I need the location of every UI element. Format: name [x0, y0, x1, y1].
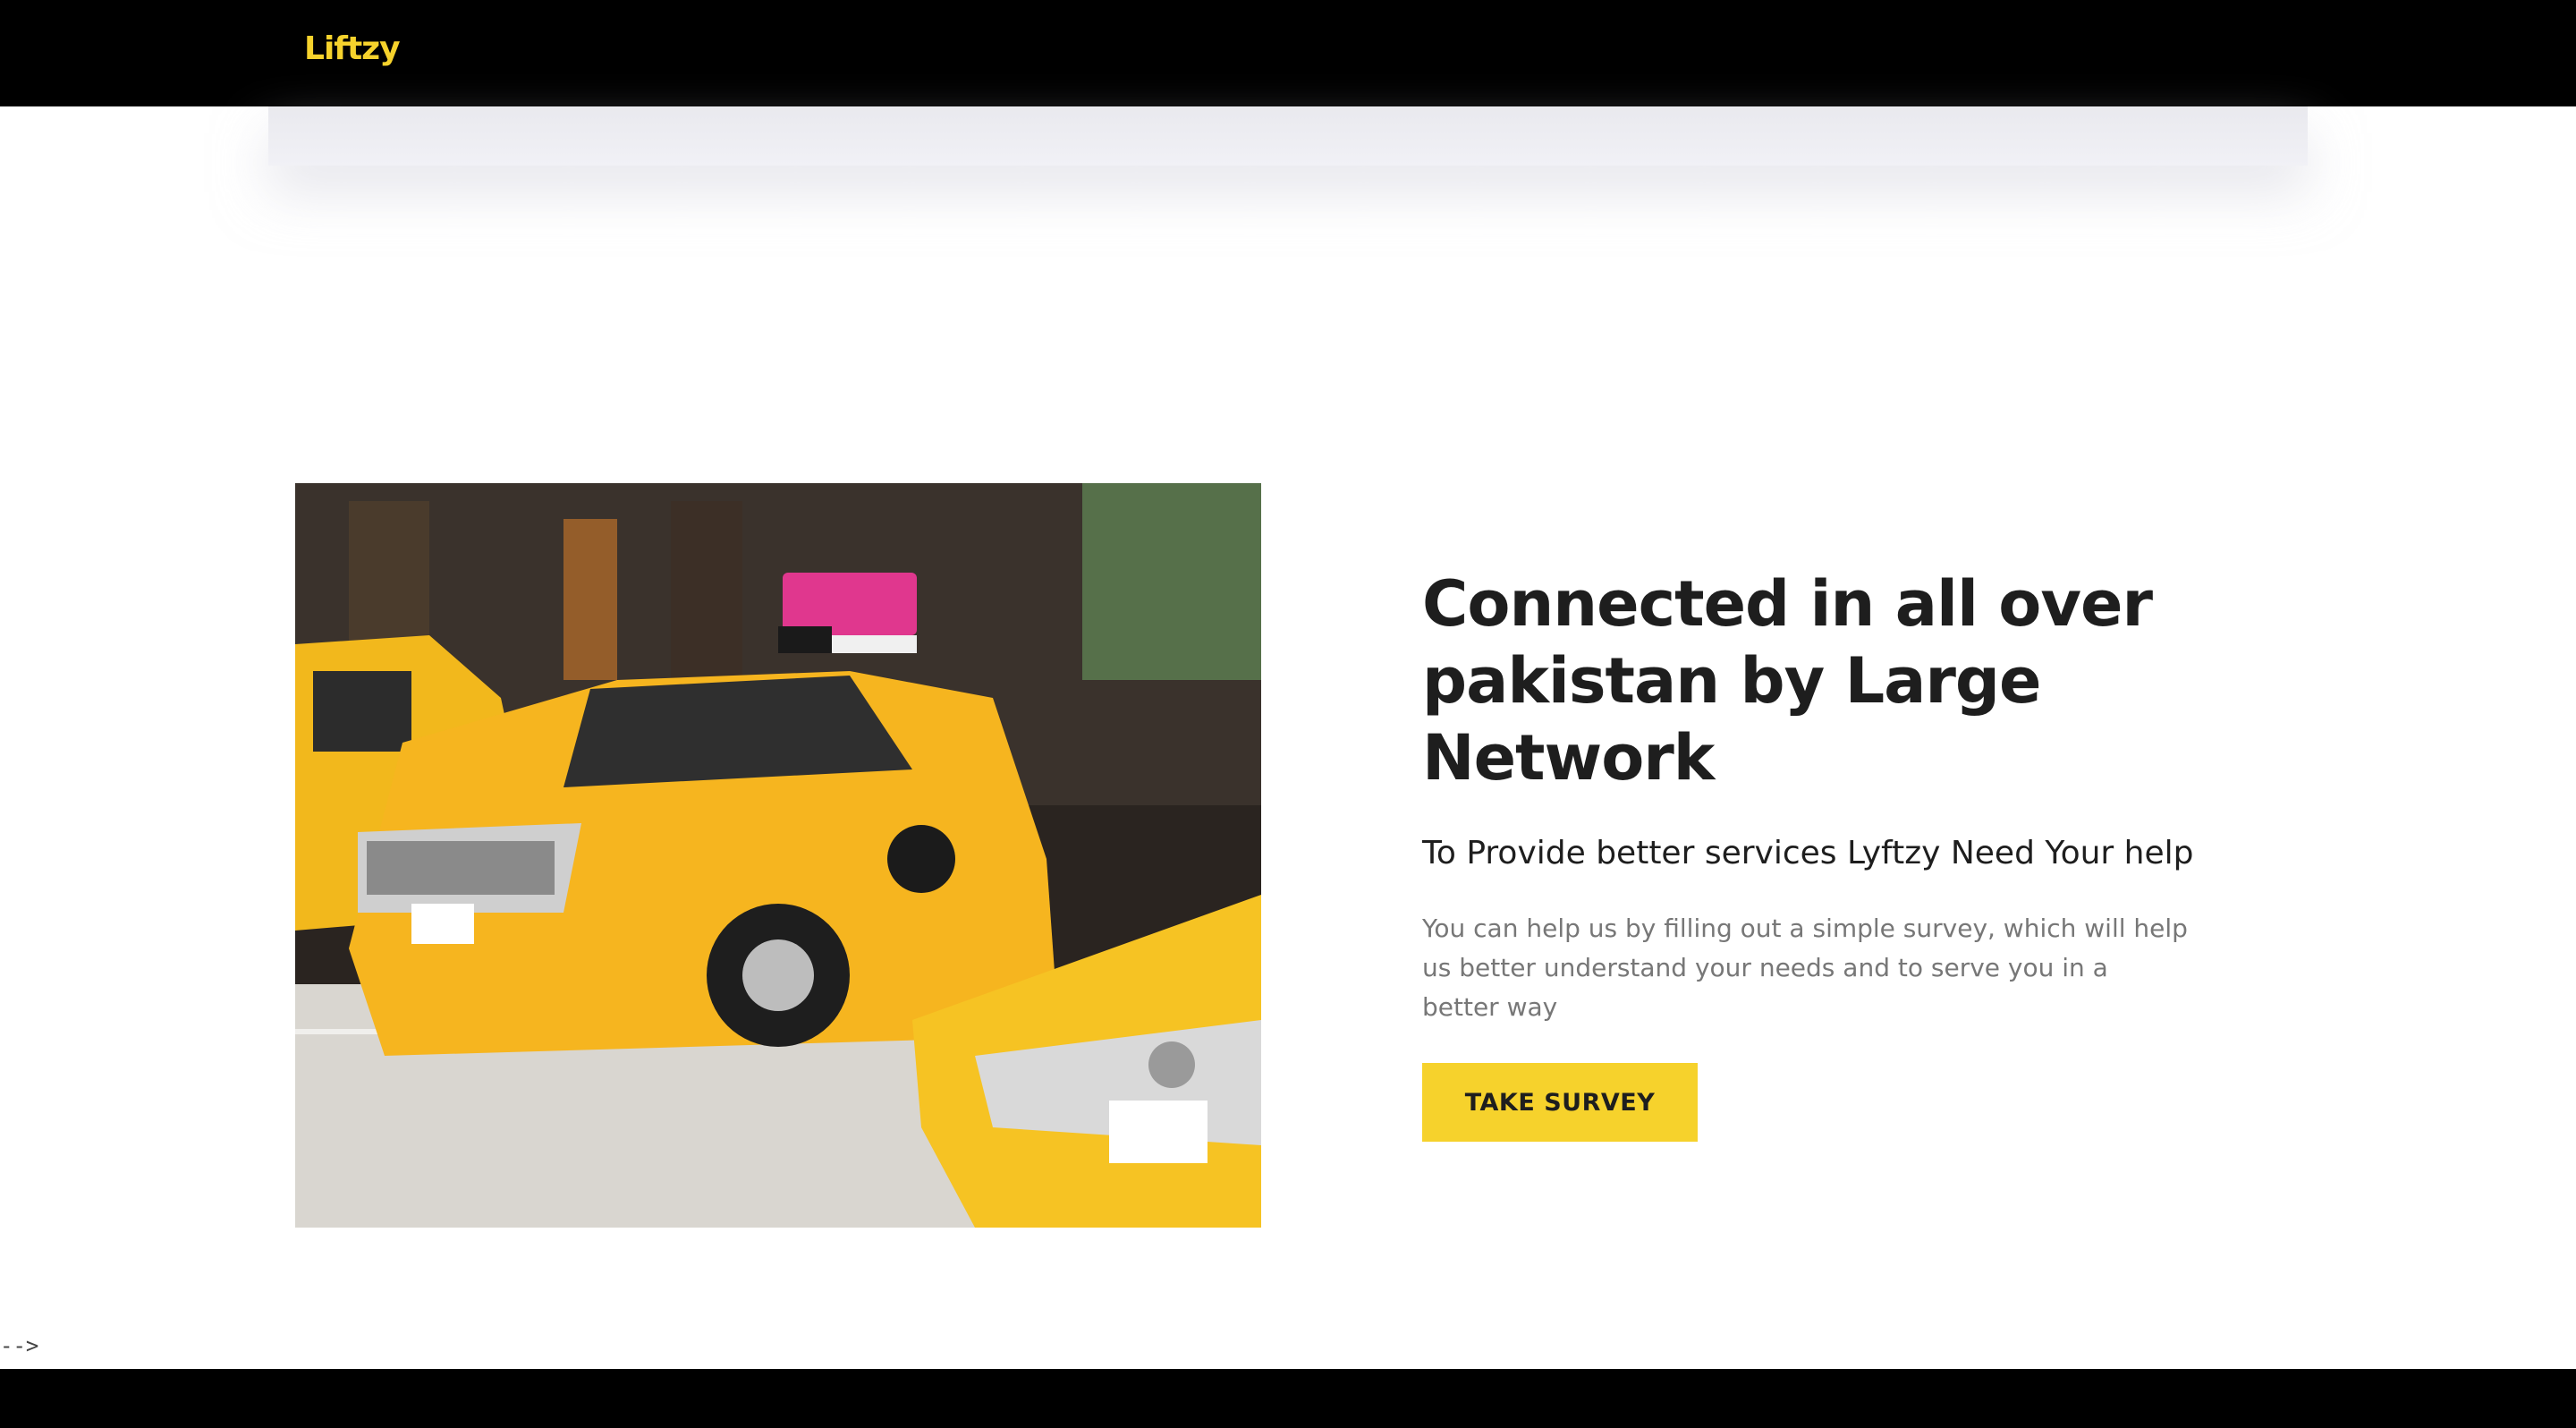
taxi-illustration [295, 483, 1261, 1228]
navbar-shadow-strip [268, 106, 2308, 166]
hero-taxi-image [295, 483, 1261, 1228]
page-footer [0, 1369, 2576, 1428]
top-navbar: Liftzy [0, 0, 2576, 106]
hero-heading: Connected in all over pakistan by Large … [1422, 567, 2153, 795]
hero-description: You can help us by filling out a simple … [1422, 914, 2188, 1022]
hero-subheading: To Provide better services Lyftzy Need Y… [1422, 835, 2194, 871]
stray-comment-text: --> [0, 1333, 39, 1358]
take-survey-button[interactable]: TAKE SURVEY [1422, 1063, 1698, 1142]
brand-logo[interactable]: Liftzy [304, 30, 401, 67]
